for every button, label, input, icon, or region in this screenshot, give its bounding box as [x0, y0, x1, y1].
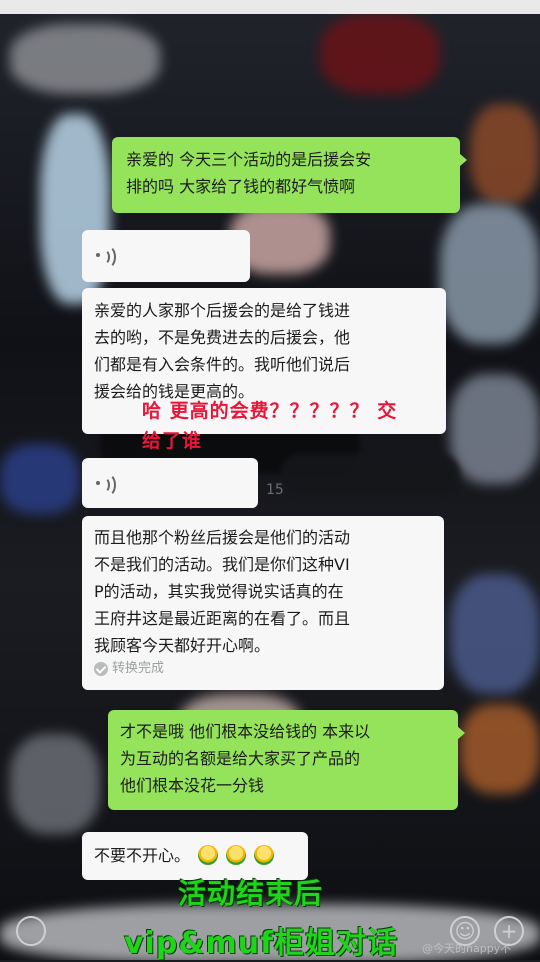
status-bar [0, 0, 540, 14]
blur-patch [10, 734, 100, 834]
voice-toggle-icon[interactable] [16, 916, 46, 946]
message-bubble-incoming[interactable]: 而且他那个粉丝后援会是他们的活动 不是我们的活动。我们是你们这种VI P的活动，… [82, 516, 444, 690]
emoji-icon [226, 844, 247, 865]
caption-line-1: 活动结束后 [178, 877, 324, 910]
blur-patch [460, 704, 540, 794]
blur-patch [440, 204, 540, 344]
red-annotation: 哈 更高的会费？？？？？ 交 给了谁 [142, 400, 398, 452]
caption-line-2: vip&muf柜姐对话 [124, 926, 399, 961]
check-icon [94, 661, 108, 676]
voice-icon [96, 245, 116, 269]
voice-message-bubble[interactable] [82, 230, 250, 282]
emoji-icon [198, 844, 219, 865]
message-text: 亲爱的 今天三个活动的是后援会安 排的吗 大家给了钱的都好气愤啊 [126, 150, 372, 196]
blur-patch [10, 24, 160, 94]
conversion-status: 转换完成 [94, 655, 164, 682]
blur-patch [450, 574, 540, 694]
watermark: @今天的happy不 [422, 942, 512, 955]
message-bubble-outgoing[interactable]: 才不是哦 他们根本没给钱的 本来以 为互动的名额是给大家买了产品的 他们根本没花… [108, 710, 465, 810]
voice-icon [96, 473, 116, 497]
message-text: 才不是哦 他们根本没给钱的 本来以 为互动的名额是给大家买了产品的 他们根本没花… [120, 722, 371, 795]
conversion-status-label: 转换完成 [112, 661, 165, 676]
message-text: 不要不开心。 [94, 846, 191, 865]
emoji-icon [254, 844, 275, 865]
blur-patch [470, 104, 540, 204]
voice-message-bubble[interactable] [82, 458, 258, 508]
message-text: 而且他那个粉丝后援会是他们的活动 不是我们的活动。我们是你们这种VI P的活动，… [94, 528, 351, 655]
blur-patch [0, 444, 80, 514]
message-text: 亲爱的人家那个后援会的是给了钱进 去的哟，不是免费进去的后援会，他 们都是有入会… [94, 301, 351, 401]
scribble [280, 454, 460, 494]
blur-patch [450, 374, 540, 484]
blur-patch [320, 14, 440, 94]
message-bubble-outgoing[interactable]: 亲爱的 今天三个活动的是后援会安 排的吗 大家给了钱的都好气愤啊 [112, 137, 467, 213]
voice-duration: 15 [266, 482, 284, 498]
